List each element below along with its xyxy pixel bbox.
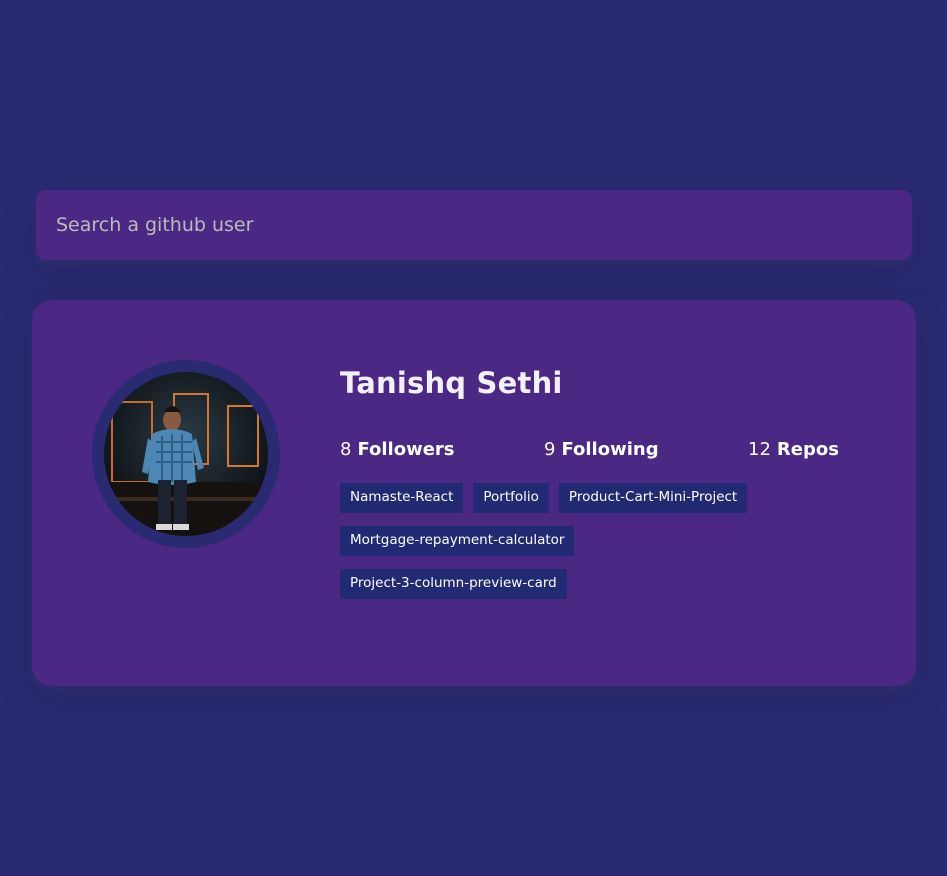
avatar-frame	[92, 360, 280, 548]
repo-link[interactable]: Portfolio	[473, 483, 549, 513]
stat-following: 9 Following	[544, 437, 659, 463]
repos-label: Repos	[776, 439, 839, 460]
followers-count: 8	[340, 439, 352, 460]
followers-label: Followers	[357, 439, 455, 460]
repo-link[interactable]: Mortgage-repayment-calculator	[340, 526, 575, 556]
following-label: Following	[561, 439, 659, 460]
user-stats: 8 Followers 9 Following 12 Repos	[340, 437, 860, 467]
avatar	[104, 372, 268, 536]
user-name: Tanishq Sethi	[340, 366, 563, 400]
search-form	[36, 190, 912, 260]
user-info: Tanishq Sethi 8 Followers 9 Following 12 Re…	[340, 360, 860, 612]
repo-list: Namaste-React Portfolio Product-Cart-Min…	[340, 483, 810, 612]
repo-link[interactable]: Namaste-React	[340, 483, 464, 513]
user-card: Tanishq Sethi 8 Followers 9 Following 12 Re…	[32, 300, 916, 686]
search-input[interactable]	[36, 190, 912, 260]
stat-followers: 8 Followers	[340, 437, 455, 463]
following-count: 9	[544, 439, 556, 460]
repos-count: 12	[748, 439, 771, 460]
repo-link[interactable]: Project-3-column-preview-card	[340, 569, 567, 599]
stat-repos: 12 Repos	[748, 437, 839, 463]
repo-link[interactable]: Product-Cart-Mini-Project	[558, 483, 748, 513]
